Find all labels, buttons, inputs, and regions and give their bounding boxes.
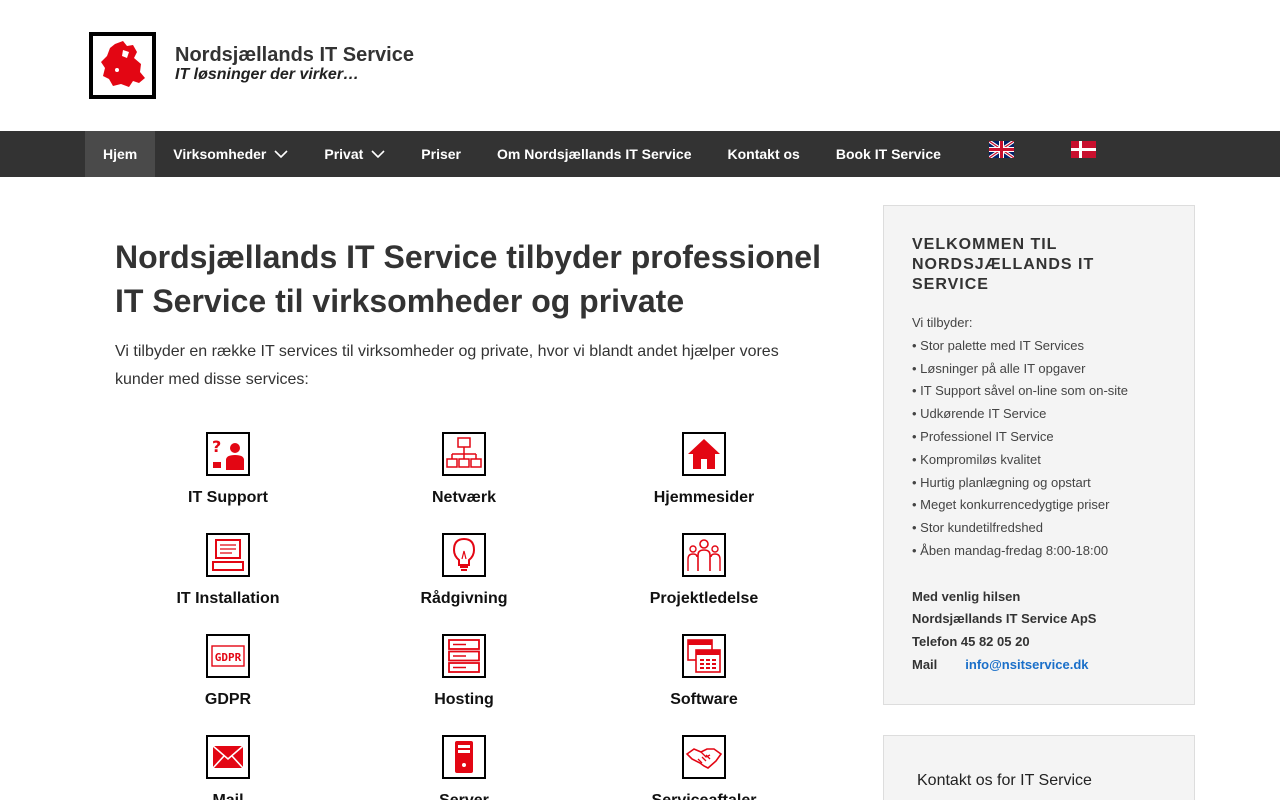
list-item: • Meget konkurrencedygtige priser [912, 497, 1110, 513]
list-item: • Udkørende IT Service [912, 406, 1047, 422]
list-item: • Hurtig planlægning og opstart [912, 474, 1091, 490]
list-item: • Stor kundetilfredshed [912, 520, 1044, 536]
service-raadgivning[interactable]: Rådgivning [364, 533, 564, 608]
service-label: IT Support [188, 489, 268, 506]
service-hjemmesider[interactable]: Hjemmesider [604, 432, 804, 507]
house-icon [688, 439, 720, 469]
computer-icon [212, 539, 244, 571]
service-label: Hosting [434, 691, 494, 708]
widget-body: Vi tilbyder: • Stor palette med IT Servi… [912, 312, 1182, 677]
page-title: Nordsjællands IT Service tilbyder profes… [115, 239, 821, 319]
mail-label: Mail [912, 656, 938, 672]
chevron-down-icon [274, 150, 288, 159]
widget-title: VELKOMMEN TIL NORDSJÆLLANDS IT SERVICE [912, 236, 1095, 293]
list-item: • Åben mandag-fredag 8:00-18:00 [912, 542, 1109, 558]
service-label: Serviceaftaler [604, 792, 804, 800]
service-label: Server [364, 792, 564, 800]
server-rack-icon [448, 639, 480, 673]
welcome-widget: VELKOMMEN TIL NORDSJÆLLANDS IT SERVICE V… [883, 205, 1195, 705]
support-person-icon: ? [212, 437, 244, 470]
site-header: Nordsjællands IT Service IT løsninger de… [0, 0, 1280, 131]
handshake-icon [685, 748, 723, 769]
service-netvaerk[interactable]: Netværk [364, 432, 564, 507]
server-tower-icon [455, 741, 473, 773]
company-name: Nordsjællands IT Service ApS [912, 611, 1097, 627]
list-item: • Løsninger på alle IT opgaver [912, 360, 1086, 376]
uk-flag-icon[interactable] [989, 141, 1014, 158]
network-icon [446, 437, 482, 468]
chevron-down-icon [371, 150, 385, 159]
service-label: Hjemmesider [653, 489, 755, 506]
list-item: • Stor palette med IT Services [912, 337, 1084, 353]
service-server[interactable]: Server [364, 735, 564, 800]
nav-item-label: Priser [421, 146, 461, 162]
nav-item-book[interactable]: Book IT Service [818, 131, 959, 177]
lightbulb-icon [452, 537, 476, 571]
main-navigation: Hjem Virksomheder Privat Priser Om Nords… [0, 131, 1280, 177]
mail-link[interactable]: info@nsitservice.dk [965, 657, 1088, 672]
team-icon [687, 539, 721, 571]
danish-flag-icon[interactable] [1071, 141, 1096, 158]
service-it-installation[interactable]: IT Installation [128, 533, 328, 608]
nav-item-label: Book IT Service [835, 146, 941, 162]
service-label: Netværk [431, 489, 497, 506]
nav-item-label: Hjem [103, 146, 138, 162]
nav-item-privat[interactable]: Privat [306, 131, 403, 177]
service-label: Projektledelse [649, 590, 759, 607]
service-hosting[interactable]: Hosting [364, 634, 564, 709]
service-label: Rådgivning [420, 590, 508, 607]
software-window-icon [687, 639, 721, 673]
nav-item-virksomheder[interactable]: Virksomheder [155, 131, 306, 177]
nav-item-label: Kontakt os [727, 146, 800, 162]
service-projektledelse[interactable]: Projektledelse [604, 533, 804, 608]
list-item: • Professionel IT Service [912, 428, 1054, 444]
gdpr-icon: GDPR [211, 645, 245, 667]
nav-item-label: Privat [324, 146, 364, 162]
zealand-map-logo-icon [101, 41, 145, 87]
logo[interactable] [89, 32, 156, 99]
contact-widget-title: Kontakt os for IT Service [917, 772, 1092, 789]
site-title[interactable]: Nordsjællands IT Service [175, 44, 414, 67]
offer-intro: Vi tilbyder: [912, 315, 973, 330]
service-it-support[interactable]: ? IT Support [128, 432, 328, 507]
service-label: GDPR [204, 691, 252, 708]
svg-text:GDPR: GDPR [215, 651, 242, 664]
intro-text: Vi tilbyder en række IT services til vir… [115, 343, 779, 388]
list-item: • Kompromiløs kvalitet [912, 451, 1041, 467]
service-gdpr[interactable]: GDPR GDPR [128, 634, 328, 709]
contact-widget: Kontakt os for IT Service [883, 735, 1195, 800]
nav-item-label: Virksomheder [173, 146, 267, 162]
mail-icon [212, 745, 244, 769]
nav-item-kontakt[interactable]: Kontakt os [710, 131, 818, 177]
list-item: • IT Support såvel on-line som on-site [912, 383, 1129, 399]
site-tagline: IT løsninger der virker… [175, 66, 360, 83]
svg-text:?: ? [212, 437, 221, 456]
service-software[interactable]: Software [604, 634, 804, 709]
service-serviceaftaler[interactable]: Serviceaftaler [604, 735, 804, 800]
nav-item-priser[interactable]: Priser [403, 131, 479, 177]
service-mail[interactable]: Mail [128, 735, 328, 800]
service-label: IT Installation [176, 590, 280, 607]
nav-item-hjem[interactable]: Hjem [85, 131, 156, 177]
service-label: Software [670, 691, 738, 708]
phone-number: Telefon 45 82 05 20 [912, 634, 1030, 650]
service-label: Mail [128, 792, 328, 800]
greeting: Med venlig hilsen [912, 588, 1021, 604]
nav-item-om[interactable]: Om Nordsjællands IT Service [479, 131, 710, 177]
nav-item-label: Om Nordsjællands IT Service [496, 146, 692, 162]
